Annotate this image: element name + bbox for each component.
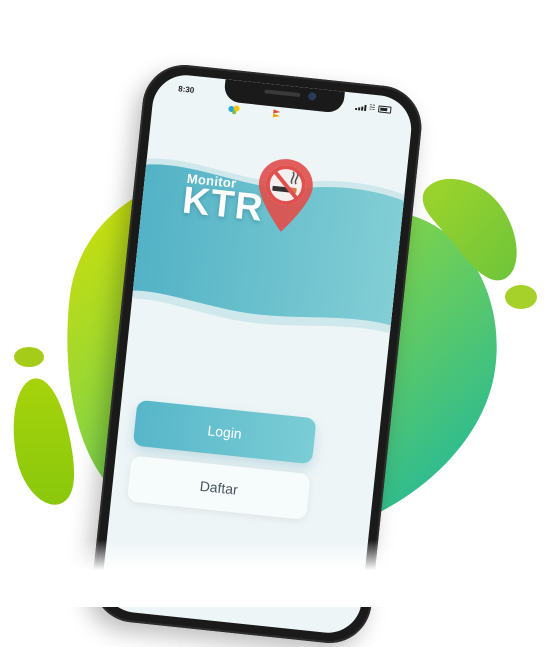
bottom-fade	[0, 540, 555, 607]
partner-logo-1	[228, 104, 265, 118]
battery-icon	[377, 105, 392, 114]
partner-leaf-icon	[228, 105, 240, 115]
login-button[interactable]: Login	[132, 399, 317, 465]
wifi-icon: ☵	[368, 103, 376, 112]
small-blob-right	[505, 285, 537, 309]
partner-logo-2-text	[283, 114, 305, 116]
no-smoking-pin-icon	[258, 159, 313, 232]
camera-icon	[307, 91, 317, 101]
register-button[interactable]: Daftar	[126, 455, 311, 521]
partner-logo-2	[272, 108, 306, 121]
partner-emblem-icon	[272, 109, 281, 118]
status-icons: ☵	[354, 103, 392, 114]
small-blob-left	[13, 378, 75, 505]
signal-icon	[354, 103, 367, 111]
small-blob-left-top	[14, 347, 44, 367]
speaker-icon	[264, 89, 301, 98]
status-time: 8:30	[177, 84, 195, 95]
partner-logo-1-text	[242, 110, 264, 112]
